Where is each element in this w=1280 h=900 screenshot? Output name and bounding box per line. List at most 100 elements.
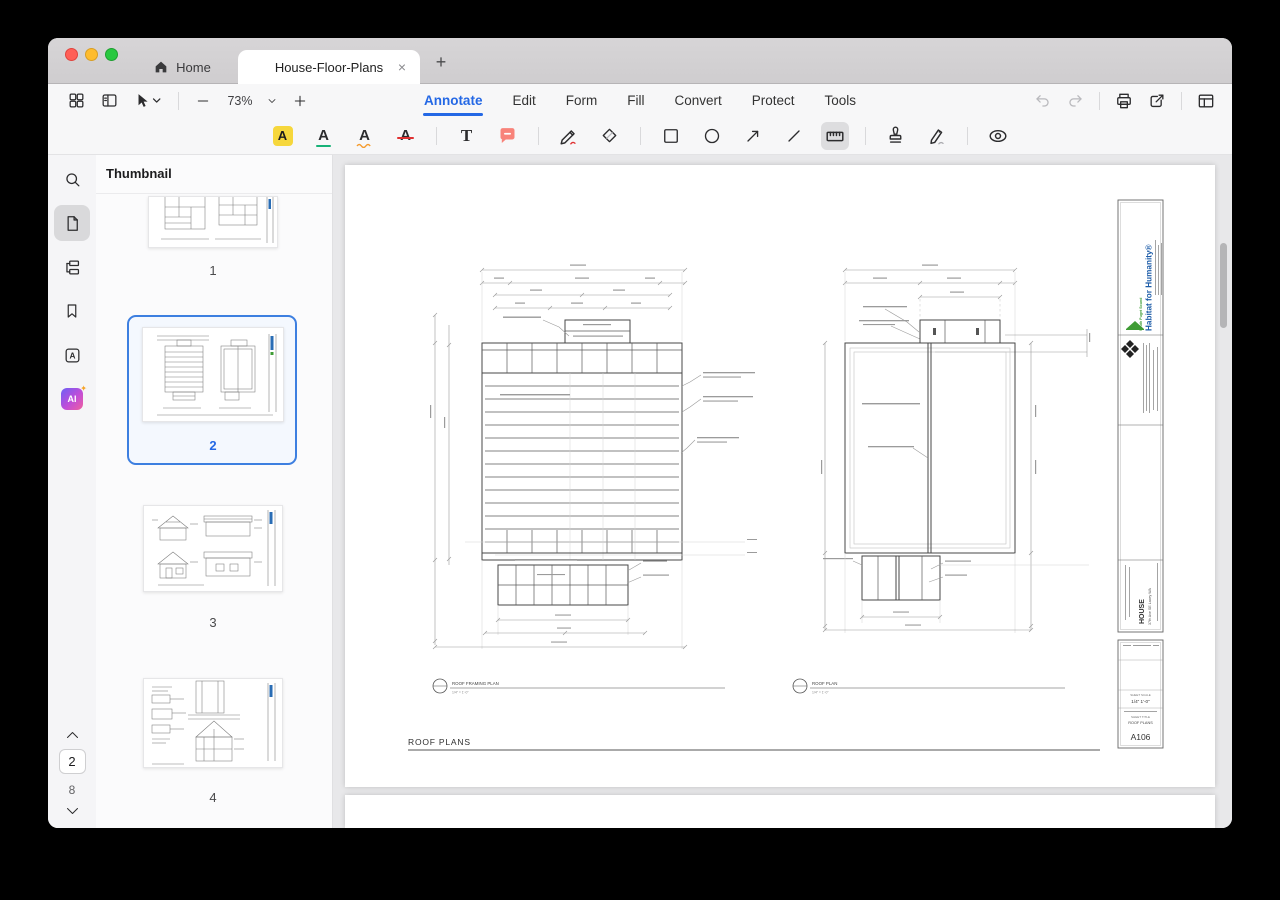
thumbnail-page-3[interactable]	[143, 505, 283, 592]
tab-home[interactable]: Home	[128, 50, 236, 84]
line-tool[interactable]	[780, 122, 808, 150]
annotation-panel-button[interactable]: A	[54, 337, 90, 373]
measure-tool[interactable]	[821, 122, 849, 150]
comment-tool[interactable]	[494, 122, 522, 150]
habitat-sub: South Puget Sound	[1139, 298, 1143, 331]
thumbnail-panel: Thumbnail 1	[96, 155, 333, 828]
close-tab-icon[interactable]: ×	[394, 59, 410, 75]
bookmark-panel-button[interactable]	[54, 293, 90, 329]
underline-tool[interactable]: A	[310, 122, 338, 150]
thumbnail-panel-button[interactable]	[54, 205, 90, 241]
menu-edit[interactable]: Edit	[510, 88, 537, 113]
pencil-tool[interactable]	[555, 122, 583, 150]
ruler-icon	[824, 125, 846, 147]
divider	[96, 193, 333, 194]
redo-button[interactable]	[1063, 89, 1087, 113]
close-window-button[interactable]	[65, 48, 78, 61]
caption-right: ROOF PLAN 1/4" = 1'-0"	[793, 679, 1065, 695]
thumbnail-label-3[interactable]: 3	[96, 615, 330, 630]
svg-text:1/4" = 1'-0": 1/4" = 1'-0"	[452, 691, 469, 695]
fullscreen-window-button[interactable]	[105, 48, 118, 61]
screen: Home House-Floor-Plans × + 73%	[0, 0, 1280, 900]
menu-form[interactable]: Form	[564, 88, 600, 113]
letter-a-icon: A	[63, 346, 82, 365]
rectangle-tool[interactable]	[657, 122, 685, 150]
layout-button[interactable]	[1194, 89, 1218, 113]
titlebar: Home House-Floor-Plans × +	[48, 38, 1232, 84]
text-tool[interactable]: T	[453, 122, 481, 150]
thumbnail-label-2[interactable]: 2	[96, 438, 330, 453]
stamp-icon	[885, 125, 906, 146]
arrow-tool[interactable]	[739, 122, 767, 150]
signature-tool[interactable]	[923, 122, 951, 150]
outline-panel-button[interactable]	[54, 249, 90, 285]
divider	[967, 127, 968, 145]
squiggly-icon: A	[359, 128, 370, 143]
divider	[640, 127, 641, 145]
menu-convert[interactable]: Convert	[672, 88, 723, 113]
home-icon	[153, 59, 169, 75]
svg-text:1/4" 1'-0": 1/4" 1'-0"	[1131, 699, 1150, 704]
vertical-scrollbar[interactable]	[1220, 243, 1227, 328]
project-address: 37th Ave SE Lacey WA	[1148, 587, 1152, 625]
search-button[interactable]	[54, 161, 90, 197]
thumbnail-page-2[interactable]	[142, 327, 284, 422]
page-down-icon[interactable]	[65, 806, 80, 816]
pdf-page-3-partial[interactable]	[345, 795, 1215, 828]
svg-text:SHEET TITLE: SHEET TITLE	[1131, 715, 1150, 719]
strikeout-tool[interactable]: A	[392, 122, 420, 150]
menu-fill[interactable]: Fill	[625, 88, 646, 113]
action-controls	[1030, 84, 1218, 117]
share-button[interactable]	[1145, 89, 1169, 113]
thumbnail-page-4[interactable]	[143, 678, 283, 768]
rail-nav: A AI✦	[48, 161, 96, 417]
home-tab-label: Home	[176, 60, 211, 75]
menu-protect[interactable]: Protect	[750, 88, 797, 113]
tab-document[interactable]: House-Floor-Plans ×	[238, 50, 420, 85]
squiggly-tool[interactable]: A	[351, 122, 379, 150]
bookmark-icon	[63, 302, 81, 320]
thumbnail-page-1[interactable]	[148, 196, 278, 248]
thumbnail-label-4[interactable]: 4	[96, 790, 330, 805]
undo-button[interactable]	[1030, 89, 1054, 113]
menu-tools[interactable]: Tools	[823, 88, 859, 113]
roof-plan	[821, 265, 1090, 634]
annotation-toolbar: A A A A T	[48, 117, 1232, 155]
ai-assistant-button[interactable]: AI✦	[54, 381, 90, 417]
new-tab-button[interactable]: +	[430, 52, 452, 74]
thumbnail-label-1[interactable]: 1	[96, 263, 330, 278]
share-icon	[1147, 91, 1167, 111]
ellipse-tool[interactable]	[698, 122, 726, 150]
eraser-icon	[599, 125, 620, 146]
panel-title: Thumbnail	[106, 166, 172, 181]
eye-tool[interactable]	[984, 122, 1012, 150]
rectangle-icon	[661, 126, 681, 146]
print-button[interactable]	[1112, 89, 1136, 113]
highlight-tool[interactable]: A	[269, 122, 297, 150]
arrow-icon	[743, 126, 763, 146]
roof-plan-drawing: ROOF FRAMING PLAN 1/4" = 1'-0" ROOF PLAN…	[345, 165, 1215, 787]
minimize-window-button[interactable]	[85, 48, 98, 61]
stamp-tool[interactable]	[882, 122, 910, 150]
strikeout-icon: A	[400, 128, 411, 143]
pdf-page-2[interactable]: ROOF FRAMING PLAN 1/4" = 1'-0" ROOF PLAN…	[345, 165, 1215, 787]
text-icon: T	[461, 127, 472, 144]
architect-logo	[1121, 340, 1139, 358]
line-icon	[784, 126, 804, 146]
sheet-footer: ROOF PLANS	[408, 737, 1100, 750]
svg-text:1/4" = 1'-0": 1/4" = 1'-0"	[812, 691, 829, 695]
menu-annotate[interactable]: Annotate	[422, 88, 485, 113]
search-icon	[63, 170, 82, 189]
svg-text:ROOF PLAN: ROOF PLAN	[812, 681, 837, 686]
current-page-input[interactable]: 2	[59, 749, 86, 774]
layout-icon	[1196, 91, 1216, 111]
content-area: A AI✦ 2 8 Thumbnail	[48, 155, 1232, 828]
sidebar-rail: A AI✦ 2 8	[48, 155, 96, 828]
total-pages: 8	[69, 783, 76, 797]
eraser-tool[interactable]	[596, 122, 624, 150]
divider	[1181, 92, 1182, 110]
page-up-icon[interactable]	[65, 730, 80, 740]
svg-text:ROOF FRAMING PLAN: ROOF FRAMING PLAN	[452, 681, 499, 686]
svg-text:SHEET SCALE: SHEET SCALE	[1130, 693, 1151, 697]
main-toolbar: 73% Annotate Edit Form Fill Convert Prot…	[48, 84, 1232, 117]
